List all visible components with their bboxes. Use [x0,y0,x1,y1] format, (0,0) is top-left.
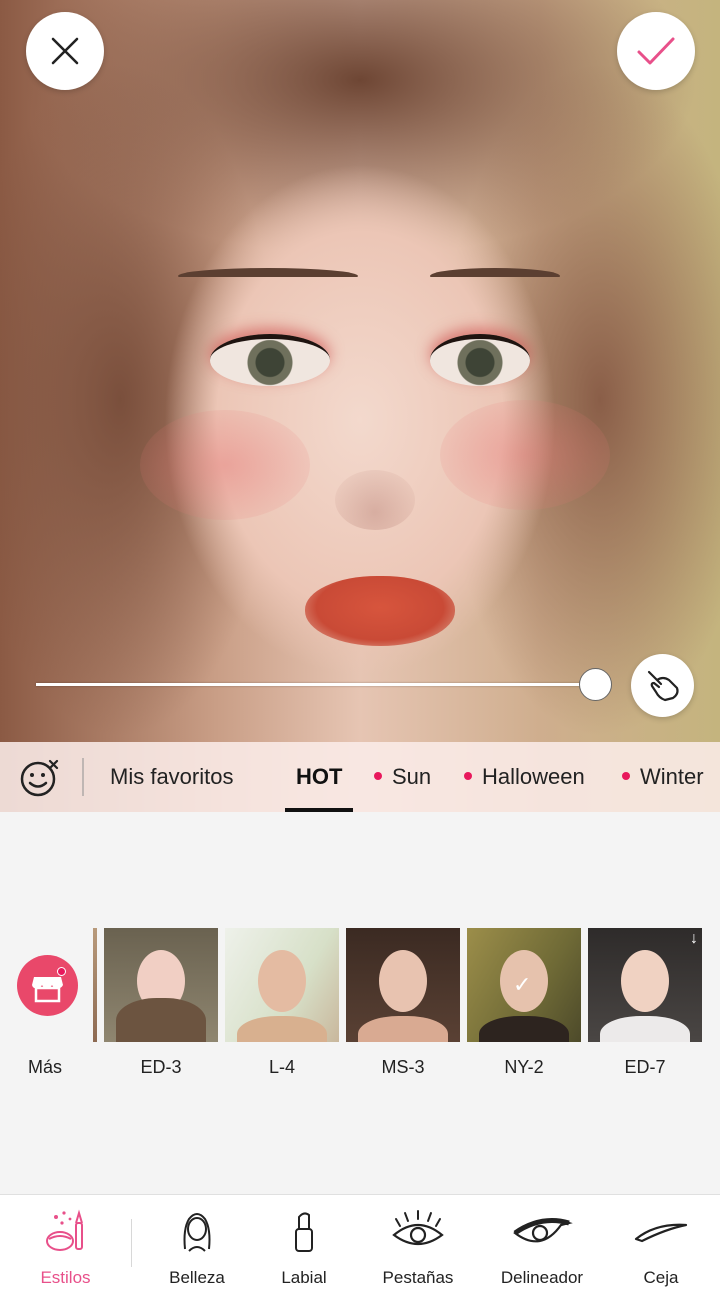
tab-label: HOT [296,764,343,789]
new-dot [622,772,630,780]
selected-check-icon: ✓ [513,972,532,997]
tab-halloween[interactable]: Halloween [464,764,585,790]
more-styles-label: Más [28,1057,63,1077]
bottom-navigation: Estilos Belleza Labial Pestañas Delinead [0,1194,720,1298]
right-blush [440,400,610,510]
model-face [258,950,306,1012]
tab-sun[interactable]: Sun [374,764,431,790]
tab-label: Sun [392,764,432,789]
check-icon [637,37,675,65]
style-thumbnail-ed-3[interactable] [104,928,218,1042]
lipstick-icon [295,1212,313,1252]
tab-mis-favoritos[interactable]: Mis favoritos [110,764,233,790]
style-label: ED-7 [624,1057,666,1077]
new-dot [374,772,382,780]
nav-belleza[interactable]: Belleza [132,1195,262,1298]
photo-preview[interactable] [0,0,720,812]
tab-label: Mis favoritos [110,764,234,789]
nav-label: Delineador [500,1268,584,1287]
previous-style-thumbnail[interactable] [93,928,97,1042]
tab-hot[interactable]: HOT [296,764,342,790]
compare-button[interactable] [631,654,694,717]
download-arrow-icon: ↓ [690,930,698,947]
style-label: ED-3 [140,1057,182,1077]
store-icon [32,977,63,1003]
close-icon [51,37,79,65]
tab-label: Halloween [482,764,585,789]
nav-labial[interactable]: Labial [250,1195,358,1298]
nav-label: Ceja [643,1268,679,1287]
eyelash-icon [392,1210,444,1246]
makeup-kit-icon [45,1209,83,1251]
eyeliner-icon [513,1218,573,1243]
style-label: NY-2 [504,1057,544,1077]
style-label: MS-3 [381,1057,425,1077]
confirm-button[interactable] [617,12,695,90]
left-blush [140,410,310,520]
model-sweater [479,1016,569,1042]
tab-divider [82,758,84,796]
notification-dot [57,967,66,976]
nav-label: Belleza [169,1268,225,1287]
new-dot [464,772,472,780]
left-eye [210,334,330,386]
model-top [600,1016,690,1042]
style-thumbnail-l-4[interactable] [225,928,339,1042]
face-reset-icon[interactable] [20,758,60,798]
nav-ceja[interactable]: Ceja [606,1195,716,1298]
style-label: L-4 [268,1057,295,1077]
model-shoulders [358,1016,448,1042]
nav-delineador[interactable]: Delineador [478,1195,606,1298]
nav-estilos[interactable]: Estilos [0,1195,131,1298]
intensity-slider-thumb[interactable] [579,668,612,701]
nav-pestanas[interactable]: Pestañas [358,1195,478,1298]
right-eyebrow [430,268,560,284]
tab-winter[interactable]: Winter [622,764,704,790]
style-category-tabs: Mis favoritos HOT Sun Halloween Winter [0,742,720,812]
nav-label: Estilos [40,1268,91,1287]
intensity-slider-track[interactable] [36,683,596,686]
lips [305,576,455,646]
eyebrow-icon [634,1223,688,1243]
hand-pointer-icon [647,670,679,701]
nav-label: Labial [281,1268,327,1287]
style-carousel[interactable]: Más ED-3 L-4 MS-3 ✓ NY-2 ↓ ED-7 [0,812,720,1194]
left-eyebrow [178,268,358,284]
style-thumbnail-ny-2[interactable]: ✓ [467,928,581,1042]
face-portrait-icon [183,1213,211,1252]
model-face [621,950,669,1012]
nav-label: Pestañas [382,1268,454,1287]
style-thumbnail-ms-3[interactable] [346,928,460,1042]
style-thumbnail-ed-7[interactable]: ↓ [588,928,702,1042]
close-button[interactable] [26,12,104,90]
more-styles-button[interactable] [17,955,78,1016]
right-eye [430,334,530,386]
model-shoulders [237,1016,327,1042]
model-hair [116,998,206,1042]
model-face [379,950,427,1012]
tab-label: Winter [640,764,704,789]
nose [335,470,415,530]
